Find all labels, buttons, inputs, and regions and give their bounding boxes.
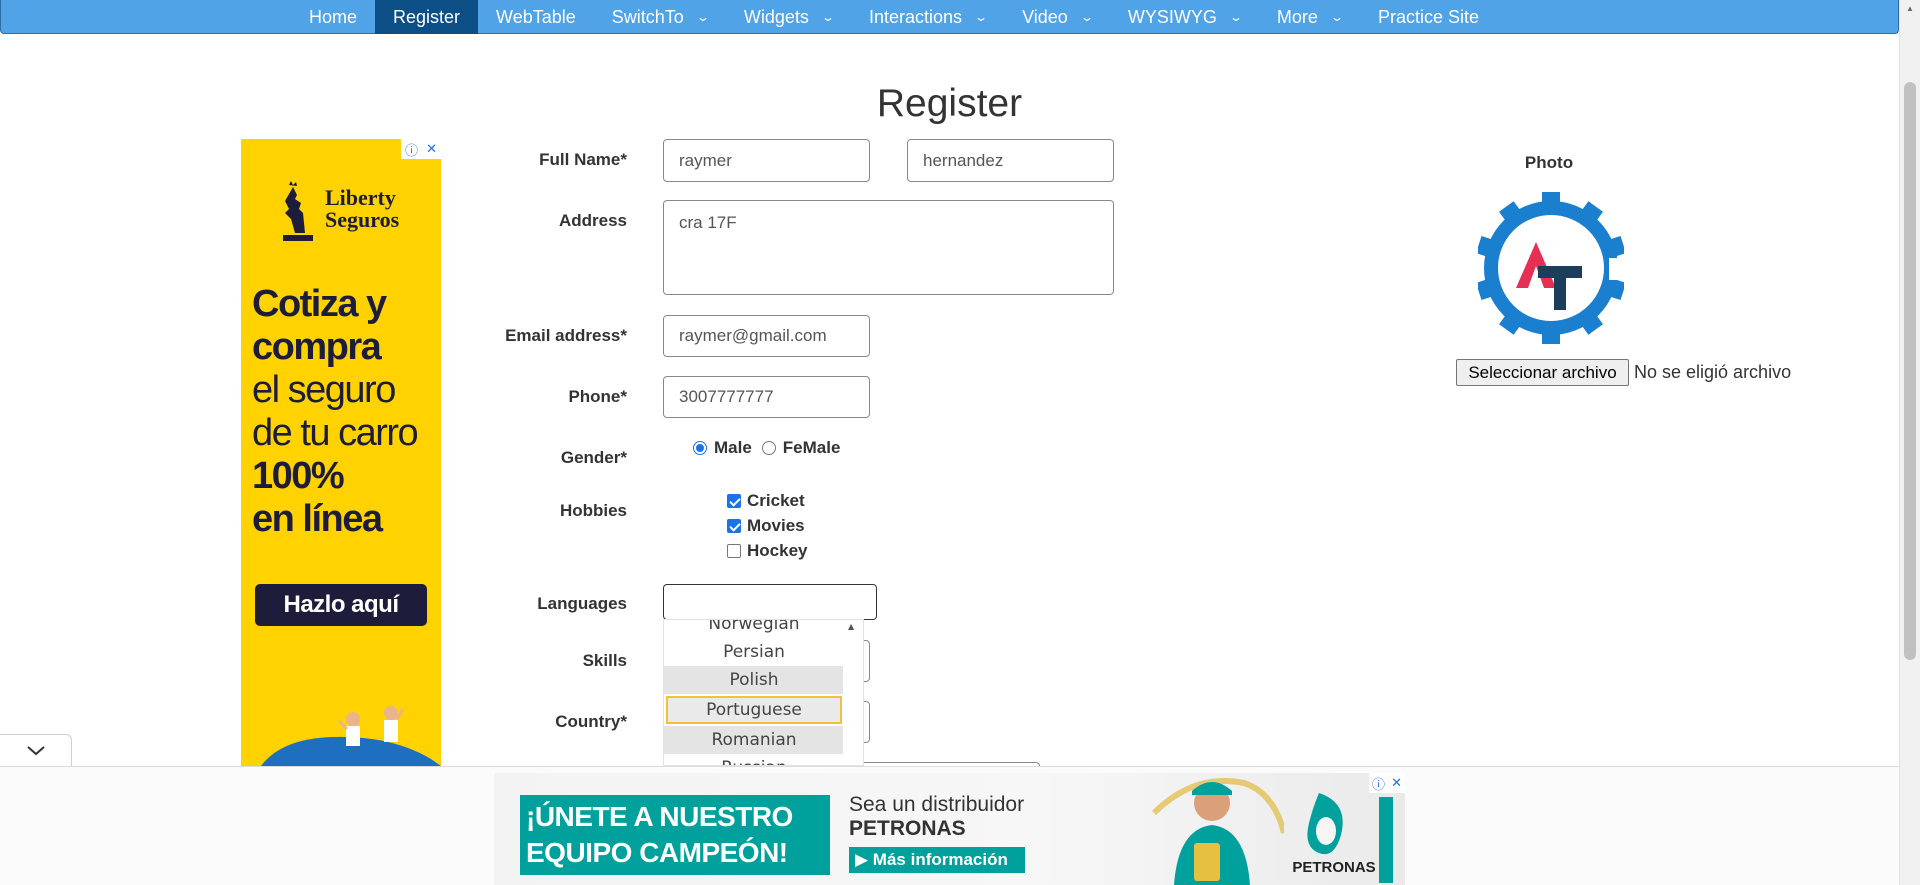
hobby-movies[interactable]: Movies [727,513,807,538]
hobby-cricket[interactable]: Cricket [727,488,807,513]
gender-radio-group: Male FeMale [693,438,840,458]
language-option[interactable]: Russian [664,754,844,765]
nav-item-label[interactable]: WYSIWYG [1128,7,1217,28]
language-option-highlighted[interactable]: Portuguese [666,696,842,724]
hobbies-group: Cricket Movies Hockey [727,488,807,563]
close-icon[interactable]: ✕ [1391,775,1402,791]
address-label: Address [558,211,627,230]
nav-item-interactions[interactable]: Interactions ⌄ [851,0,1004,34]
address-textarea[interactable] [663,200,1114,295]
left-ad-banner[interactable]: ⓘ ✕ Liberty Seguros Cotiza y compra el s… [241,139,441,766]
gender-female-radio[interactable] [761,441,776,455]
nav-item-switchto[interactable]: SwitchTo ⌄ [594,0,726,34]
nav-item-more[interactable]: More ⌄ [1259,0,1360,34]
hobby-hockey-label[interactable]: Hockey [747,541,807,561]
languages-input[interactable] [663,584,877,620]
language-option[interactable]: Persian [664,638,844,666]
bottom-ad-text: Sea un distribuidor [849,793,1025,816]
hobby-cricket-label[interactable]: Cricket [747,491,805,511]
hobby-hockey[interactable]: Hockey [727,538,807,563]
nav-list: Home Register WebTable SwitchTo ⌄ Widgets ⌄ Int… [291,0,1497,34]
ad-headline: Cotiza y compra el seguro de tu carro 10… [252,283,419,540]
chevron-down-icon[interactable]: ⌄ [1229,10,1243,24]
info-icon[interactable]: ⓘ [405,140,418,159]
hobby-hockey-checkbox[interactable] [727,543,741,558]
page-title: Register [876,82,1023,125]
file-status-text: No se eligió archivo [1634,362,1792,382]
nav-item-label[interactable]: Register [393,7,460,28]
bottom-ad-headline: ¡ÚNETE A NUESTRO EQUIPO CAMPEÓN! [520,795,830,875]
nav-item-label[interactable]: More [1277,7,1318,28]
gender-label: Gender* [560,448,627,467]
ad-family-car-image [261,706,441,766]
skills-label: Skills [582,651,627,670]
dropdown-scrollbar[interactable]: ▲ [843,620,863,765]
nav-item-practice-site[interactable]: Practice Site [1360,0,1497,34]
phone-input[interactable]: 3007777777 [663,376,870,418]
country-label: Country* [555,712,627,731]
first-name-input[interactable]: raymer [663,139,870,182]
hobbies-label: Hobbies [559,501,627,520]
bottom-ad-brand-text: PETRONAS [849,817,966,840]
automation-testing-logo-icon [1478,192,1624,344]
chevron-down-icon[interactable]: ⌄ [1080,10,1094,24]
chevron-down-icon[interactable]: ⌄ [821,10,835,24]
ad-cta-button[interactable]: Hazlo aquí [255,584,427,626]
nav-item-label[interactable]: WebTable [496,7,576,28]
hobby-movies-checkbox[interactable] [727,518,741,533]
languages-label: Languages [537,594,627,613]
language-option[interactable]: Romanian [664,726,844,754]
phone-label: Phone* [568,387,627,406]
nav-item-label[interactable]: Widgets [744,7,809,28]
page-scrollbar[interactable]: ▲ [1899,0,1920,885]
hobby-cricket-checkbox[interactable] [727,493,741,508]
chevron-down-icon[interactable] [26,745,45,756]
hobby-movies-label[interactable]: Movies [747,516,805,536]
gender-male-radio[interactable] [693,441,707,455]
gender-female-label[interactable]: FeMale [783,438,841,458]
nav-item-label[interactable]: Video [1022,7,1068,28]
gender-male-label[interactable]: Male [714,438,752,458]
nav-item-home[interactable]: Home [291,0,375,34]
languages-dropdown-list[interactable]: Norwegian Persian Polish Portuguese Roma… [663,619,864,766]
nav-item-label[interactable]: Home [309,7,357,28]
nav-item-label[interactable]: SwitchTo [612,7,684,28]
nav-item-widgets[interactable]: Widgets ⌄ [726,0,851,34]
ad-choices[interactable]: ⓘ ✕ [1369,773,1405,793]
email-input[interactable]: raymer@gmail.com [663,315,870,357]
language-option[interactable]: Norwegian [664,620,844,638]
email-label: Email address* [505,326,627,345]
bottom-ad-brand-name: PETRONAS [1292,859,1376,876]
nav-item-webtable[interactable]: WebTable [478,0,594,34]
bottom-ad-banner[interactable]: ¡ÚNETE A NUESTRO EQUIPO CAMPEÓN! Sea un … [494,773,1405,885]
nav-item-label[interactable]: Practice Site [1378,7,1479,28]
nav-item-video[interactable]: Video ⌄ [1004,0,1110,34]
info-icon[interactable]: ⓘ [1372,774,1385,793]
language-option[interactable]: Polish [664,666,844,694]
scroll-up-arrow-icon[interactable]: ▲ [1906,4,1914,13]
nav-item-wysiwyg[interactable]: WYSIWYG ⌄ [1110,0,1259,34]
chevron-down-icon[interactable]: ⌄ [974,10,988,24]
nav-item-register[interactable]: Register [375,0,479,34]
chevron-down-icon[interactable]: ⌄ [1330,10,1344,24]
chevron-down-icon[interactable]: ⌄ [696,10,710,24]
top-navigation: Home Register WebTable SwitchTo ⌄ Widgets ⌄ Int… [0,0,1899,34]
scroll-up-arrow-icon[interactable]: ▲ [848,622,854,631]
scrollbar-thumb[interactable] [1904,82,1916,660]
last-name-input[interactable]: hernandez [907,139,1114,182]
collapse-ad-button[interactable] [0,734,72,766]
ad-brand-name: Liberty Seguros [325,185,400,232]
nav-item-label[interactable]: Interactions [869,7,962,28]
choose-file-button[interactable]: Seleccionar archivo [1456,359,1629,386]
photo-label: Photo [1524,153,1574,172]
full-name-label: Full Name* [539,150,627,169]
ad-person-image [1151,778,1284,885]
bottom-ad-cta-button[interactable]: ▶ Más información [849,847,1025,873]
